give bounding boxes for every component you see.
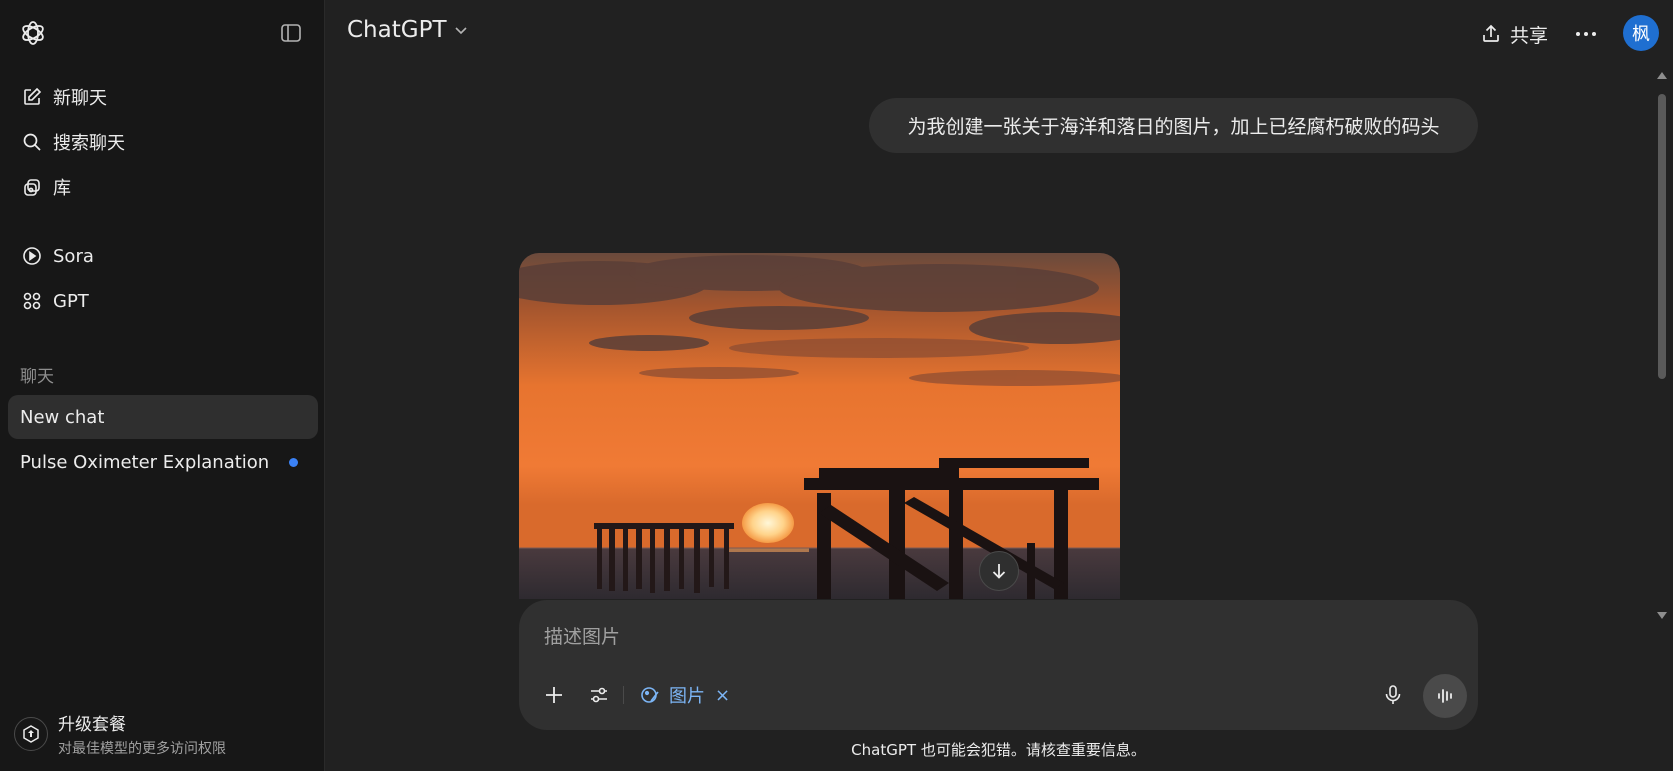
image-tool-icon [641, 687, 659, 703]
user-message-bubble: 为我创建一张关于海洋和落日的图片，加上已经腐朽破败的码头 [869, 98, 1478, 153]
search-icon [21, 131, 43, 153]
scroll-down-button[interactable] [979, 551, 1019, 591]
sidebar: 新聊天 搜索聊天 库 Sora GPT 聊天 New chat Pulse Ox… [0, 0, 325, 771]
chat-item-label: Pulse Oximeter Explanation [20, 451, 270, 473]
voice-waveform-icon [1438, 689, 1452, 703]
upgrade-plan-button[interactable]: 升级套餐 对最佳模型的更多访问权限 [14, 706, 314, 762]
sidebar-item-label: 新聊天 [53, 88, 107, 109]
share-button[interactable]: 共享 [1480, 20, 1548, 48]
scroll-down-arrow-icon[interactable] [1657, 612, 1667, 619]
sidebar-item-new-chat[interactable]: 新聊天 [8, 76, 318, 118]
upgrade-icon [14, 717, 48, 751]
scrollbar-thumb[interactable] [1658, 94, 1666, 379]
play-circle-icon [21, 245, 43, 267]
add-attachment-button[interactable] [536, 677, 572, 713]
unread-dot [289, 458, 298, 467]
sidebar-item-label: GPT [53, 290, 89, 312]
disclaimer-text: ChatGPT 也可能会犯错。请核查重要信息。 [851, 741, 1146, 759]
library-icon [21, 176, 43, 198]
sidebar-item-label: Sora [53, 245, 94, 267]
sidebar-toggle-icon[interactable] [280, 22, 302, 44]
microphone-icon [1385, 685, 1401, 704]
avatar[interactable]: 枫 [1623, 15, 1659, 51]
tools-button[interactable] [581, 677, 617, 713]
more-options-icon[interactable] [1572, 20, 1600, 48]
sidebar-item-gpt[interactable]: GPT [8, 280, 318, 322]
sidebar-item-label: 库 [53, 178, 71, 199]
openai-logo-icon[interactable] [18, 18, 48, 48]
upgrade-subtitle: 对最佳模型的更多访问权限 [58, 741, 226, 757]
sidebar-item-library[interactable]: 库 [8, 166, 318, 208]
model-selector[interactable]: ChatGPT [347, 17, 469, 43]
edit-icon [21, 86, 43, 108]
share-icon [1483, 24, 1499, 42]
composer: 图片 × [519, 600, 1478, 730]
grid-icon [21, 290, 43, 312]
chat-item-new-chat[interactable]: New chat [8, 395, 318, 439]
sidebar-item-label: 搜索聊天 [53, 133, 125, 154]
scroll-up-arrow-icon[interactable] [1657, 72, 1667, 79]
chat-item-label: New chat [20, 406, 105, 428]
chats-section-label: 聊天 [20, 367, 54, 387]
generated-image[interactable] [519, 253, 1120, 599]
arrow-down-icon [992, 564, 1006, 579]
voice-mode-button[interactable] [1423, 674, 1467, 718]
plus-icon [546, 687, 562, 703]
chevron-down-icon [454, 27, 467, 35]
scrollbar[interactable] [1655, 72, 1669, 622]
sidebar-item-sora[interactable]: Sora [8, 235, 318, 277]
close-icon[interactable]: × [715, 685, 730, 706]
chat-item-pulse-oximeter[interactable]: Pulse Oximeter Explanation [8, 440, 318, 484]
prompt-input[interactable] [544, 622, 1244, 652]
sliders-icon [591, 687, 607, 703]
sidebar-item-search-chats[interactable]: 搜索聊天 [8, 121, 318, 163]
image-tool-label: 图片 [669, 686, 705, 707]
share-label: 共享 [1510, 24, 1549, 47]
image-tool-pill[interactable]: 图片 × [639, 680, 730, 710]
app-window: 新聊天 搜索聊天 库 Sora GPT 聊天 New chat Pulse Ox… [0, 0, 1673, 771]
page-title: ChatGPT [347, 17, 447, 43]
composer-divider [623, 686, 624, 704]
microphone-button[interactable] [1375, 677, 1411, 713]
user-message-text: 为我创建一张关于海洋和落日的图片，加上已经腐朽破败的码头 [907, 116, 1440, 138]
upgrade-title: 升级套餐 [58, 715, 126, 735]
